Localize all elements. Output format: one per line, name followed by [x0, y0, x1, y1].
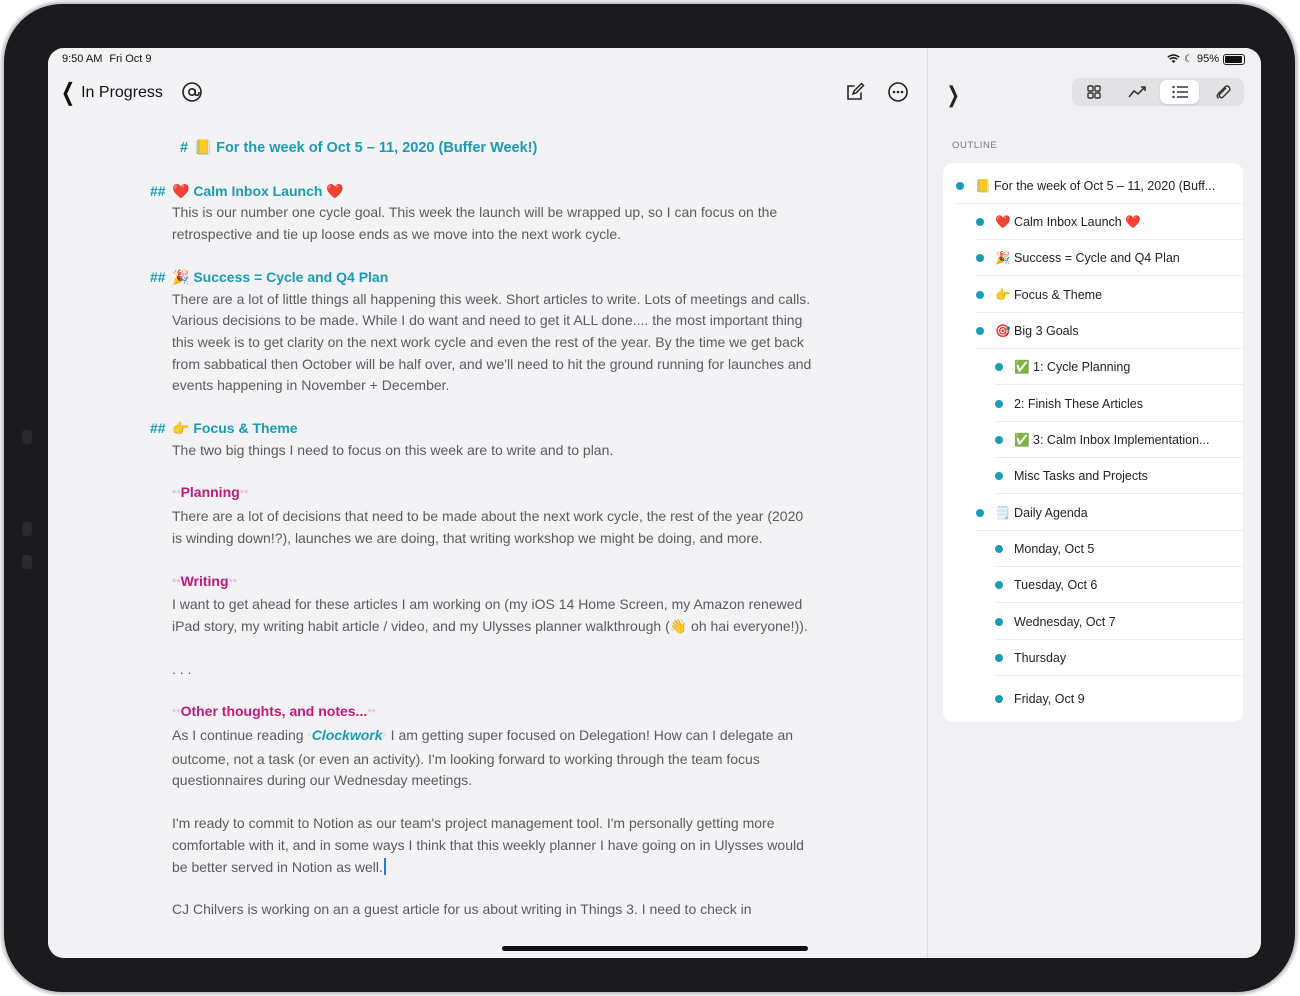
outline-item[interactable]: 🎯 Big 3 Goals: [976, 313, 1243, 349]
status-time: 9:50 AM: [62, 53, 103, 65]
chevron-left-icon: ❮: [61, 79, 76, 106]
outline-item[interactable]: ✅ 1: Cycle Planning: [995, 349, 1243, 385]
outline-item[interactable]: Friday, Oct 9: [995, 681, 1243, 717]
ipad-frame: ❮ In Progress # 📒 For the week of Oct 5 –…: [4, 4, 1295, 992]
bullet-icon: [995, 654, 1003, 662]
bullet-icon: [995, 472, 1003, 480]
bullet-icon: [995, 695, 1003, 703]
compose-icon[interactable]: [843, 80, 867, 104]
outline-item[interactable]: Wednesday, Oct 7: [995, 604, 1243, 640]
notion-text: I'm ready to commit to Notion as our tea…: [172, 815, 804, 875]
outline-item[interactable]: Thursday: [995, 640, 1243, 676]
outline-item[interactable]: 📒 For the week of Oct 5 – 11, 2020 (Buff…: [956, 168, 1243, 204]
paperclip-icon: [1216, 85, 1231, 99]
outline-item[interactable]: 👉 Focus & Theme: [976, 277, 1243, 313]
at-sign-icon[interactable]: [180, 80, 204, 104]
bullet-icon: [976, 218, 984, 226]
section-text: There are a lot of little things all hap…: [172, 290, 812, 394]
section-heading: ## 👉 Focus & Theme: [150, 420, 298, 437]
other-thoughts-text: As I continue reading *Clockwork* I am g…: [172, 727, 794, 789]
document-title: # 📒 For the week of Oct 5 – 11, 2020 (Buf…: [180, 138, 812, 160]
outline-item[interactable]: Monday, Oct 5: [995, 531, 1243, 567]
bullet-icon: [956, 182, 964, 190]
outline-item[interactable]: Misc Tasks and Projects: [995, 458, 1243, 494]
outline-item[interactable]: ✅ 3: Calm Inbox Implementation...: [995, 422, 1243, 458]
bullet-icon: [995, 545, 1003, 553]
bullet-icon: [976, 327, 984, 335]
sidebar-pane: ❯ OUTLINE 📒 For the week of Oct 5 – 11, …: [928, 48, 1261, 958]
last-text: CJ Chilvers is working on an a guest art…: [172, 901, 752, 918]
status-bar: 9:50 AM Fri Oct 9 ☾ 95%: [62, 53, 1245, 67]
document-body[interactable]: # 📒 For the week of Oct 5 – 11, 2020 (Buf…: [150, 138, 812, 921]
editor-pane: ❮ In Progress # 📒 For the week of Oct 5 –…: [48, 48, 927, 958]
bullet-icon: [995, 363, 1003, 371]
home-indicator[interactable]: [502, 946, 808, 951]
outline-item[interactable]: 🎉 Success = Cycle and Q4 Plan: [976, 240, 1243, 276]
section-heading: ## ❤️ Calm Inbox Launch ❤️: [150, 182, 344, 199]
outline-list: 📒 For the week of Oct 5 – 11, 2020 (Buff…: [943, 163, 1243, 722]
bullet-icon: [995, 400, 1003, 408]
bullet-icon: [995, 618, 1003, 626]
ellipsis-circle-icon[interactable]: [886, 80, 910, 104]
planning-label: **Planning**: [172, 484, 249, 501]
frame-detail: [22, 430, 32, 444]
battery-percent: 95%: [1196, 53, 1219, 65]
wifi-icon: [1167, 54, 1180, 63]
outline-view-tab[interactable]: [1160, 80, 1199, 104]
grid-icon: [1086, 85, 1101, 99]
bullet-icon: [976, 291, 984, 299]
other-thoughts-label: **Other thoughts, and notes...**: [172, 703, 376, 720]
outline-title: OUTLINE: [952, 140, 998, 151]
frame-detail: [22, 555, 32, 569]
grid-view-tab[interactable]: [1074, 80, 1113, 104]
attachments-view-tab[interactable]: [1203, 80, 1242, 104]
heading-marker: #: [180, 140, 189, 156]
bullet-icon: [995, 581, 1003, 589]
stats-view-tab[interactable]: [1117, 80, 1156, 104]
back-label: In Progress: [81, 84, 163, 101]
list-icon: [1171, 85, 1188, 99]
text-cursor: [383, 857, 386, 875]
section-text: This is our number one cycle goal. This …: [172, 204, 778, 243]
status-date: Fri Oct 9: [109, 53, 152, 65]
separator: . . .: [172, 660, 192, 677]
outline-item[interactable]: 🗒️ Daily Agenda: [976, 495, 1243, 531]
writing-label: **Writing**: [172, 572, 238, 589]
outline-item[interactable]: ❤️ Calm Inbox Launch ❤️: [976, 204, 1243, 240]
section-heading: ## 🎉 Success = Cycle and Q4 Plan: [150, 268, 389, 285]
bullet-icon: [995, 436, 1003, 444]
writing-text: I want to get ahead for these articles I…: [172, 596, 808, 634]
chart-line-icon: [1127, 86, 1146, 98]
back-button[interactable]: ❮ In Progress: [58, 81, 163, 105]
section-text: The two big things I need to focus on th…: [172, 441, 614, 458]
chevron-right-icon[interactable]: ❯: [947, 82, 960, 108]
outline-item[interactable]: Tuesday, Oct 6: [995, 567, 1243, 603]
screen: ❮ In Progress # 📒 For the week of Oct 5 –…: [48, 48, 1261, 958]
planning-text: There are a lot of decisions that need t…: [172, 508, 804, 546]
frame-detail: [22, 522, 32, 536]
sidebar-view-switcher: [1072, 78, 1244, 106]
moon-icon: ☾: [1184, 53, 1193, 65]
bullet-icon: [976, 509, 984, 517]
battery-icon: [1223, 53, 1245, 65]
bullet-icon: [976, 254, 984, 262]
outline-item[interactable]: 2: Finish These Articles: [995, 386, 1243, 422]
